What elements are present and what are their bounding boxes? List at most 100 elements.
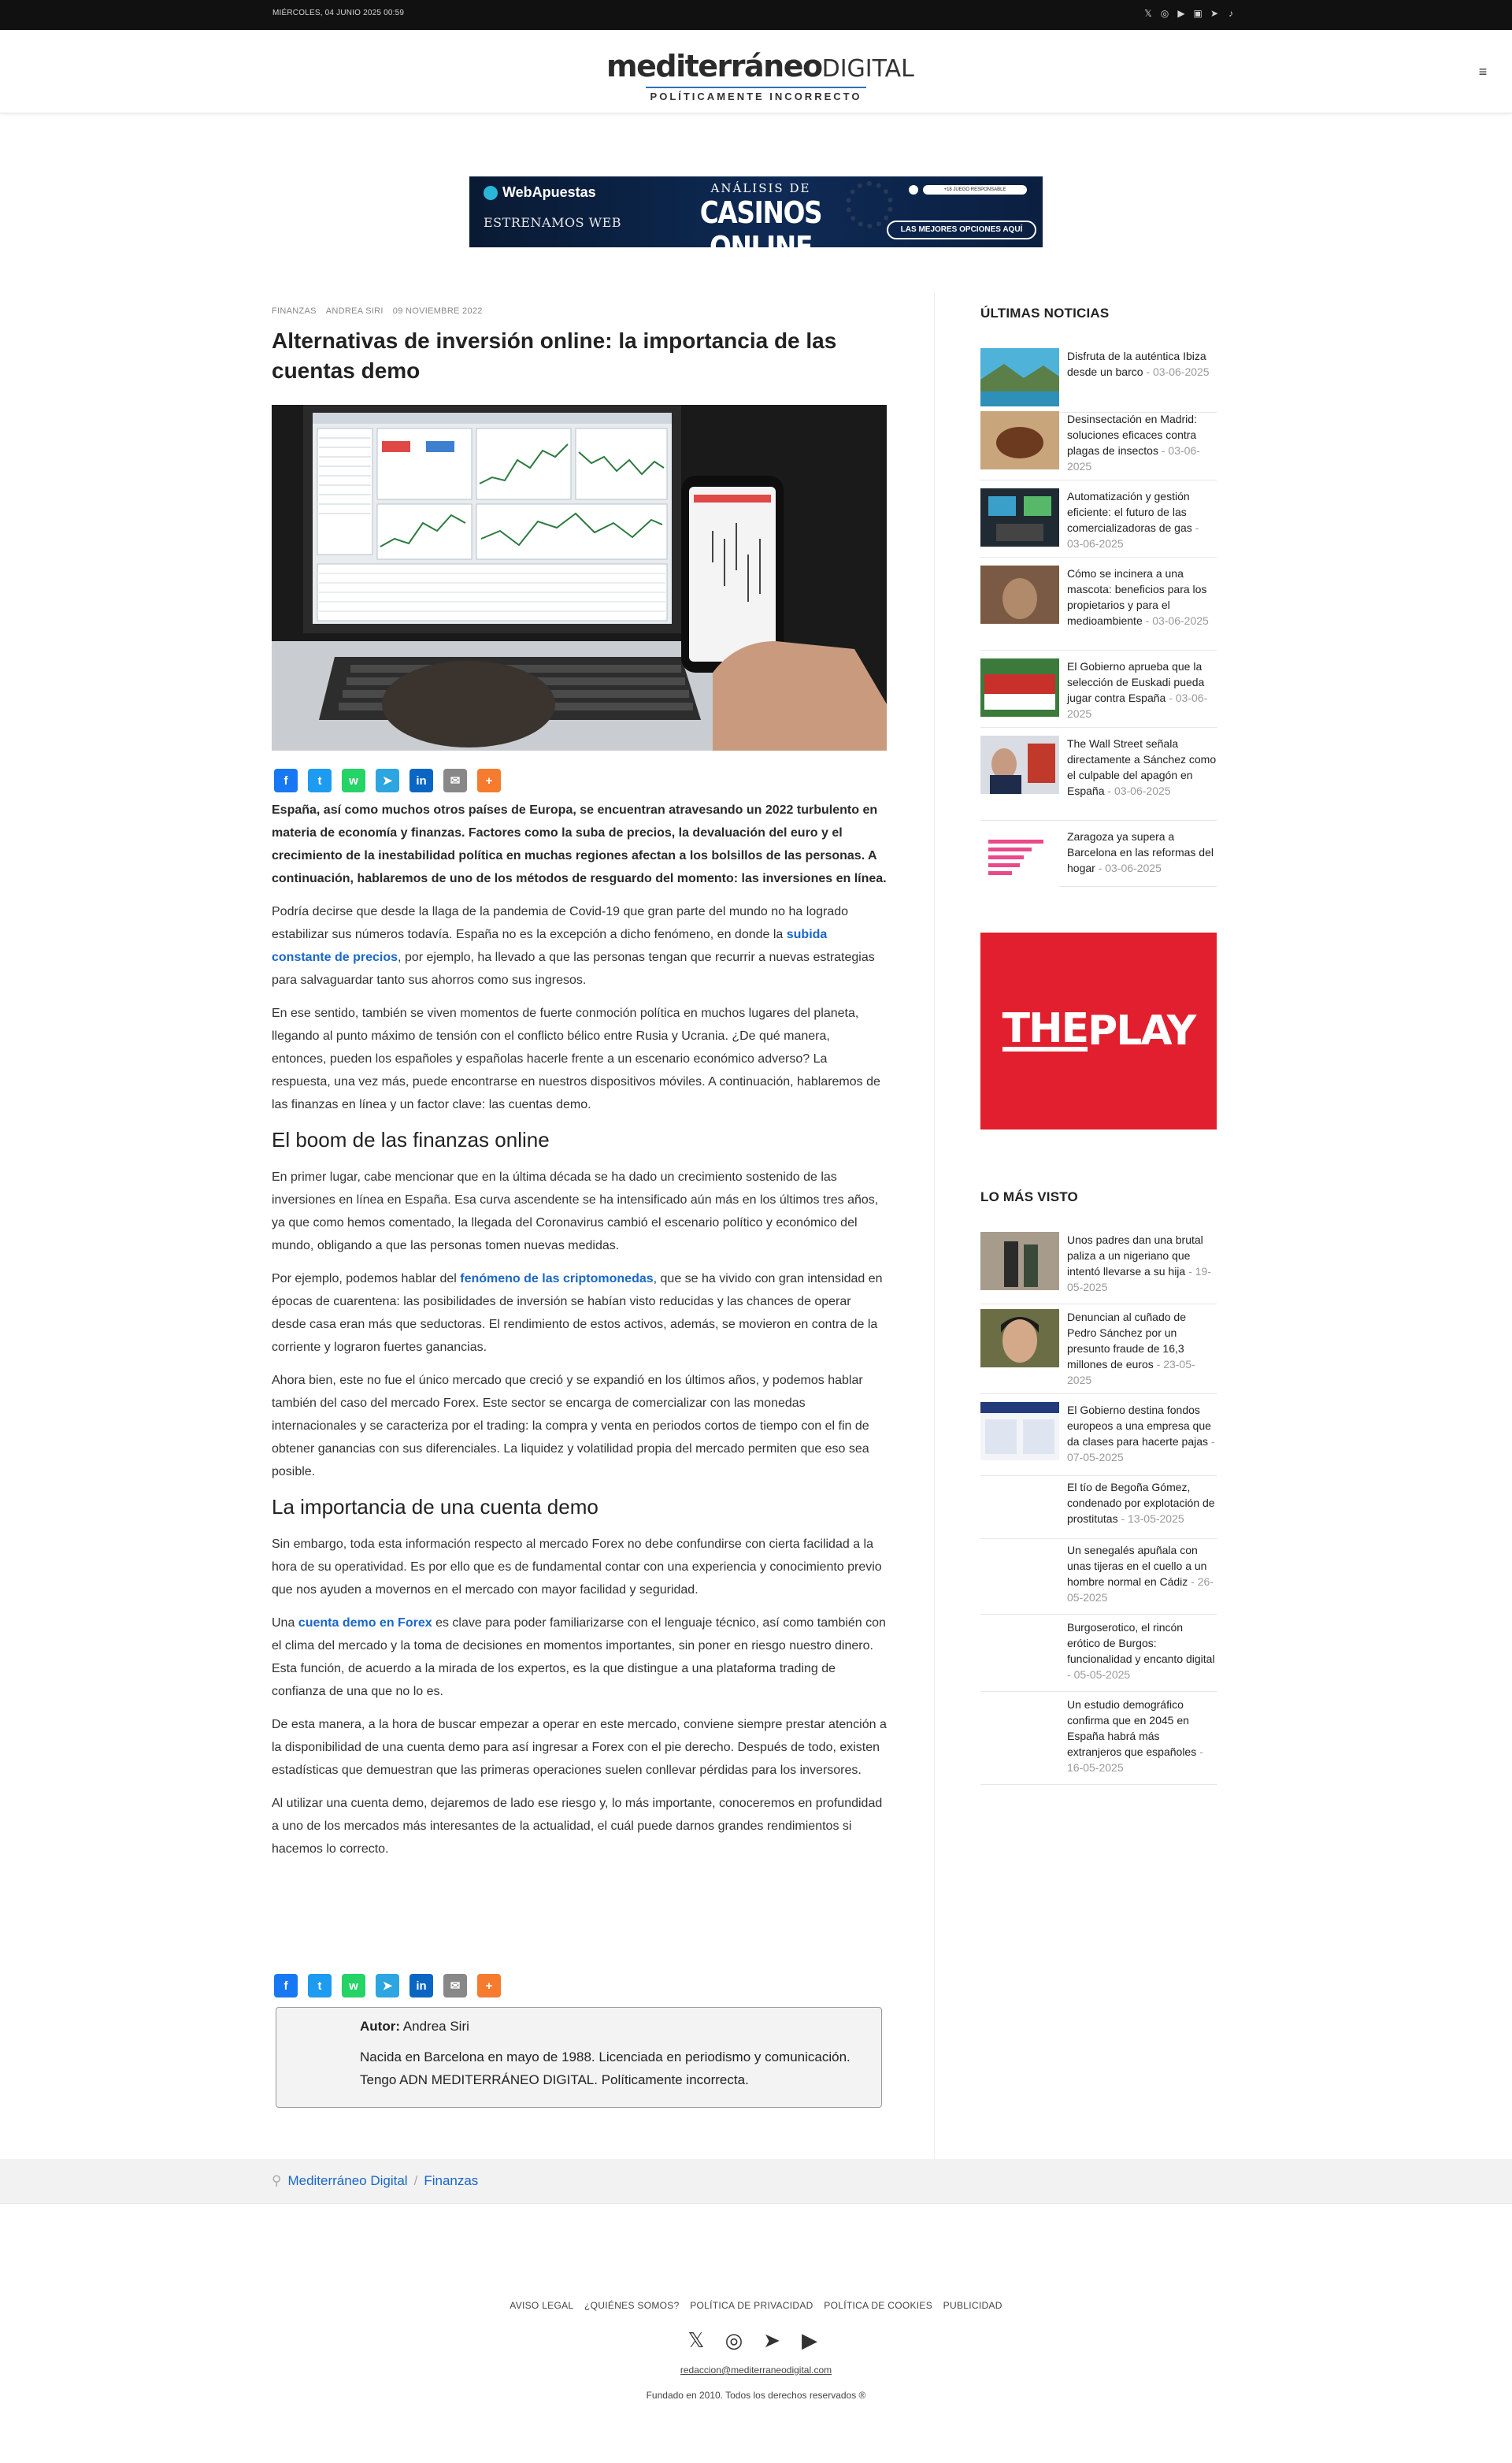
link-criptomonedas[interactable]: fenómeno de las criptomonedas xyxy=(460,1272,653,1285)
latest-news-item[interactable]: El Gobierno aprueba que la selección de … xyxy=(980,658,1217,728)
most-viewed-item[interactable]: El tío de Begoña Gómez, condenado por ex… xyxy=(980,1479,1217,1539)
link-cuenta-demo-forex[interactable]: cuenta demo en Forex xyxy=(298,1616,432,1630)
age-badge-icon xyxy=(909,185,918,195)
article-paragraph: En primer lugar, cabe mencionar que en l… xyxy=(272,1170,879,1252)
breadcrumb-section[interactable]: Finanzas xyxy=(424,2173,478,2189)
footer-email[interactable]: redaccion@mediterraneodigital.com xyxy=(0,2365,1512,2376)
hamburger-icon[interactable]: ≡ xyxy=(1476,65,1490,79)
news-date: - 03-06-2025 xyxy=(1098,862,1162,874)
telegram-share-button[interactable]: ➤ xyxy=(376,769,399,792)
author-bio: Nacida en Barcelona en mayo de 1988. Lic… xyxy=(360,2049,850,2087)
linkedin-share-button[interactable]: in xyxy=(410,769,433,792)
footer-link-quienes-somos[interactable]: ¿QUIÉNES SOMOS? xyxy=(584,2300,680,2311)
whatsapp-share-button[interactable]: w xyxy=(342,1974,365,1997)
logo-tagline: POLÍTICAMENTE INCORRECTO xyxy=(646,87,866,102)
ad-text-the: THE xyxy=(1002,1005,1089,1052)
latest-news-item[interactable]: Automatización y gestión eficiente: el f… xyxy=(980,488,1217,558)
most-viewed-item[interactable]: Unos padres dan una brutal paliza a un n… xyxy=(980,1232,1217,1304)
whatsapp-share-button[interactable]: w xyxy=(342,769,365,792)
footer-copyright: Fundado en 2010. Todos los derechos rese… xyxy=(646,2390,866,2401)
casino-banner-ad[interactable]: WebApuestas ESTRENAMOS WEB ANÁLISIS DE C… xyxy=(469,176,1043,247)
facebook-share-button[interactable]: f xyxy=(274,1974,298,1997)
youtube-icon[interactable]: ▶ xyxy=(796,2327,823,2354)
banner-responsible-badge: +18 JUEGO RESPONSABLE xyxy=(909,184,1027,195)
location-pin-icon: ⚲ xyxy=(272,2173,282,2188)
instagram-icon[interactable]: ◎ xyxy=(1159,8,1170,19)
banner-cta-button[interactable]: LAS MEJORES OPCIONES AQUÍ xyxy=(887,221,1036,239)
most-viewed-item[interactable]: Un estudio demográfico confirma que en 2… xyxy=(980,1697,1217,1785)
twitter-share-button[interactable]: t xyxy=(308,769,332,792)
email-share-button[interactable]: ✉ xyxy=(443,1974,467,1997)
footer-link-aviso-legal[interactable]: AVISO LEGAL xyxy=(510,2300,573,2311)
news-date: - 03-06-2025 xyxy=(1146,365,1210,378)
theplay-sidebar-ad[interactable]: THE PLAY xyxy=(980,933,1217,1129)
telegram-icon[interactable]: ➤ xyxy=(758,2327,785,2354)
footer-link-publicidad[interactable]: PUBLICIDAD xyxy=(943,2300,1002,2311)
article-paragraph: Ahora bien, este no fue el único mercado… xyxy=(272,1374,869,1478)
banner-logo-icon xyxy=(484,185,498,200)
most-viewed-item[interactable]: Denuncian al cuñado de Pedro Sánchez por… xyxy=(980,1309,1217,1394)
news-title: El Gobierno destina fondos europeos a un… xyxy=(1067,1404,1211,1448)
addtoany-share-button[interactable]: + xyxy=(477,1974,501,1997)
article-paragraph: Una cuenta demo en Forex es clave para p… xyxy=(272,1616,886,1698)
tiktok-icon[interactable]: ♪ xyxy=(1225,8,1236,19)
news-title: Un estudio demográfico confirma que en 2… xyxy=(1067,1698,1197,1758)
latest-news-item[interactable]: Disfruta de la auténtica Ibiza desde un … xyxy=(980,348,1217,413)
facebook-share-button[interactable]: f xyxy=(274,769,298,792)
banner-line1: ANÁLISIS DE xyxy=(710,181,811,195)
telegram-icon[interactable]: ➤ xyxy=(1209,8,1220,19)
instagram-icon[interactable]: ◎ xyxy=(721,2327,747,2354)
email-share-button[interactable]: ✉ xyxy=(443,769,467,792)
news-title: Automatización y gestión eficiente: el f… xyxy=(1067,490,1192,534)
twitter-share-button[interactable]: t xyxy=(308,1974,332,1997)
article-category[interactable]: FINANZAS xyxy=(272,306,317,316)
linkedin-share-button[interactable]: in xyxy=(410,1974,433,1997)
ad-text-play: PLAY xyxy=(1088,1007,1196,1055)
news-thumbnail xyxy=(980,348,1059,406)
author-name[interactable]: Andrea Siri xyxy=(403,2019,469,2034)
latest-news-item[interactable]: Zaragoza ya supera a Barcelona en las re… xyxy=(980,829,1217,887)
twitter-icon[interactable]: 𝕏 xyxy=(1143,8,1154,19)
article-meta: FINANZAS ANDREA SIRI 09 NOVIEMBRE 2022 xyxy=(272,306,483,316)
news-thumbnail xyxy=(980,736,1059,794)
breadcrumb-separator: / xyxy=(413,2173,418,2188)
most-viewed-item[interactable]: Burgoserotico, el rincón erótico de Burg… xyxy=(980,1619,1217,1692)
sidebar-divider xyxy=(934,291,935,2160)
latest-news-item[interactable]: Cómo se incinera a una mascota: benefici… xyxy=(980,566,1217,651)
breadcrumb-home[interactable]: Mediterráneo Digital xyxy=(287,2173,407,2189)
news-thumbnail xyxy=(980,829,1059,887)
news-thumbnail xyxy=(980,1232,1059,1290)
current-date: MIÉRCOLES, 04 JUNIO 2025 00:59 xyxy=(272,9,405,17)
footer-link-privacidad[interactable]: POLÍTICA DE PRIVACIDAD xyxy=(690,2300,813,2311)
telegram-share-button[interactable]: ➤ xyxy=(376,1974,399,1997)
laptop-trading-illustration xyxy=(272,405,887,751)
article-date: 09 NOVIEMBRE 2022 xyxy=(392,306,483,316)
twitter-icon[interactable]: 𝕏 xyxy=(683,2327,710,2354)
article-paragraph: De esta manera, a la hora de buscar empe… xyxy=(272,1718,887,1777)
most-viewed-item[interactable]: Un senegalés apuñala con unas tijeras en… xyxy=(980,1542,1217,1615)
article-paragraph: En ese sentido, también se viven momento… xyxy=(272,1007,880,1111)
addtoany-share-button[interactable]: + xyxy=(477,769,501,792)
footer-link-cookies[interactable]: POLÍTICA DE COOKIES xyxy=(824,2300,932,2311)
share-bar-top: f t w ➤ in ✉ + xyxy=(274,769,501,792)
news-title: Unos padres dan una brutal paliza a un n… xyxy=(1067,1233,1203,1278)
logo-suffix: DIGITAL xyxy=(821,55,914,83)
top-bar: MIÉRCOLES, 04 JUNIO 2025 00:59 𝕏 ◎ ▶ ▣ ➤… xyxy=(0,0,1512,30)
breadcrumb: ⚲ Mediterráneo Digital / Finanzas xyxy=(272,2173,478,2189)
banner-brand: WebApuestas xyxy=(484,184,625,201)
article-title: Alternativas de inversión online: la imp… xyxy=(272,328,837,383)
banner-line2: CASINOS ONLINE xyxy=(699,195,823,247)
flipboard-icon[interactable]: ▣ xyxy=(1192,8,1203,19)
site-logo[interactable]: mediterráneoDIGITAL POLÍTICAMENTE INCORR… xyxy=(606,49,914,102)
share-bar-bottom: f t w ➤ in ✉ + xyxy=(274,1974,501,1997)
site-header: mediterráneoDIGITAL POLÍTICAMENTE INCORR… xyxy=(0,30,1512,113)
most-viewed-item[interactable]: El Gobierno destina fondos europeos a un… xyxy=(980,1402,1217,1476)
news-date: - 05-05-2025 xyxy=(1067,1668,1131,1681)
most-viewed-heading: LO MÁS VISTO xyxy=(980,1189,1078,1204)
latest-news-item[interactable]: The Wall Street señala directamente a Sá… xyxy=(980,736,1217,821)
latest-news-item[interactable]: Desinsectación en Madrid: soluciones efi… xyxy=(980,411,1217,480)
youtube-icon[interactable]: ▶ xyxy=(1176,8,1187,19)
article-author[interactable]: ANDREA SIRI xyxy=(326,306,384,316)
article-body: España, así como muchos otros países de … xyxy=(272,799,887,1871)
news-thumbnail xyxy=(980,658,1059,717)
